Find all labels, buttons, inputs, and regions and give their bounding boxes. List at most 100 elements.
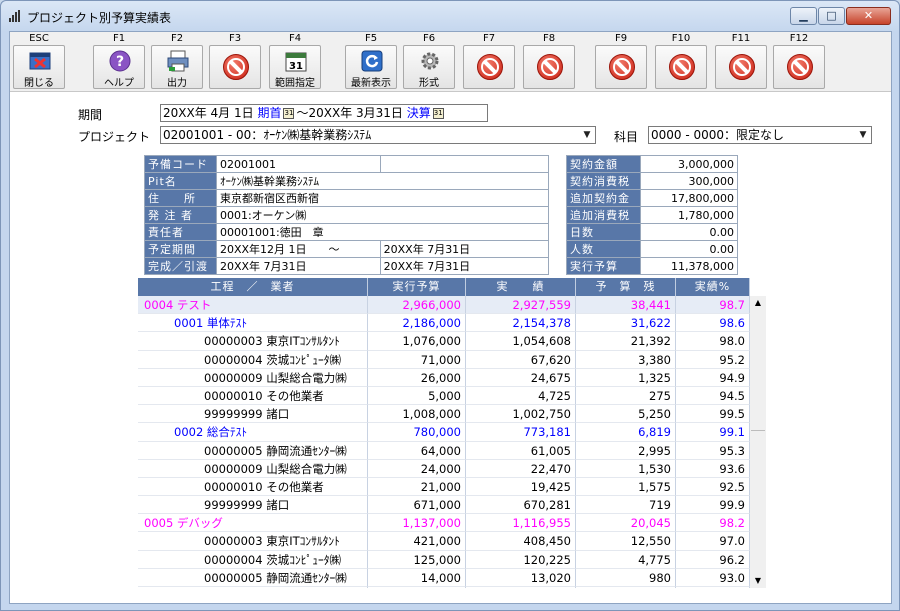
info-value: 0.00 (639, 240, 739, 258)
info-label: 発 注 者 (144, 206, 217, 224)
period-start[interactable]: 20XX年 4月 1日 (163, 106, 254, 120)
table-row[interactable]: 0004 テスト 2,966,000 2,927,559 38,441 98.7 (138, 296, 750, 315)
info-row: 追加消費税 1,780,000 (566, 206, 739, 224)
row-name: 00000009 山梨総合電力㈱ (138, 368, 368, 387)
row-actual: 31,290 (466, 587, 576, 588)
f3-button[interactable] (209, 45, 261, 89)
disabled-icon (729, 54, 755, 80)
fkey-label: F7 (482, 33, 496, 44)
table-row[interactable]: 00000009 山梨総合電力㈱ 24,000 22,470 1,530 93.6 (138, 459, 750, 478)
table-row[interactable]: 0005 デバッグ 1,137,000 1,116,955 20,045 98.2 (138, 514, 750, 533)
f7-button[interactable] (463, 45, 515, 89)
scroll-down-icon[interactable]: ▼ (751, 574, 765, 588)
minimize-button[interactable]: ▁ (790, 7, 817, 25)
row-budget: 421,000 (368, 532, 466, 551)
fkey-label: F6 (422, 33, 436, 44)
chevron-down-icon[interactable]: ▼ (857, 128, 869, 142)
format-button[interactable]: 形式 (403, 45, 455, 89)
table-row[interactable]: 00000009 山梨総合電力㈱33,00031,2901,71094.8 (138, 587, 750, 588)
project-select[interactable]: 02001001 - 00：ｵｰｹﾝ㈱基幹業務ｼｽﾃﾑ ▼ (160, 126, 596, 144)
calendar-icon[interactable]: 31 (283, 108, 295, 119)
row-name: 0002 総合ﾃｽﾄ (138, 423, 368, 442)
help-button[interactable]: ? ヘルプ (93, 45, 145, 89)
table-row[interactable]: 00000010 その他業者 5,000 4,725 275 94.5 (138, 386, 750, 406)
f10-button[interactable] (655, 45, 707, 89)
column-header-process[interactable]: 工程 ／ 業者 (138, 278, 368, 296)
row-pct: 99.9 (676, 496, 750, 515)
close-button[interactable]: ✕ (846, 7, 891, 25)
column-header-actual[interactable]: 実 績 (466, 278, 576, 296)
column-header-budget[interactable]: 実行予算 (368, 278, 466, 296)
table-row[interactable]: 00000003 東京ITｺﾝｻﾙﾀﾝﾄ 1,076,000 1,054,608 21… (138, 332, 750, 351)
fkey-label: F12 (789, 33, 809, 44)
row-pct: 94.9 (676, 368, 750, 387)
row-remain: 1,575 (576, 477, 676, 497)
row-pct: 99.1 (676, 423, 750, 442)
row-name: 00000004 茨城ｺﾝﾋﾟｭｰﾀ㈱ (138, 550, 368, 569)
f11-button[interactable] (715, 45, 767, 89)
close-app-button[interactable]: 閉じる (13, 45, 65, 89)
table-row[interactable]: 00000004 茨城ｺﾝﾋﾟｭｰﾀ㈱ 71,000 67,620 3,380 95.2 (138, 350, 750, 369)
scroll-up-icon[interactable]: ▲ (751, 296, 765, 310)
row-budget: 671,000 (368, 496, 466, 515)
row-remain: 5,250 (576, 405, 676, 424)
f9-button[interactable] (595, 45, 647, 89)
table-row[interactable]: 0002 総合ﾃｽﾄ 780,000 773,181 6,819 99.1 (138, 423, 750, 442)
column-header-remain[interactable]: 予 算 残 (576, 278, 676, 296)
table-row[interactable]: 00000005 静岡流通ｾﾝﾀｰ㈱ 64,000 61,005 2,995 95.3 (138, 441, 750, 460)
table-row[interactable]: 00000010 その他業者 21,000 19,425 1,575 92.5 (138, 477, 750, 497)
table-row[interactable]: 0001 単体ﾃｽﾄ 2,186,000 2,154,378 31,622 98.6 (138, 314, 750, 333)
calendar-icon[interactable]: 31 (432, 108, 444, 119)
info-label: Pit名 (144, 172, 217, 190)
subject-label: 科目 (614, 130, 639, 144)
row-name: 99999999 諸口 (138, 405, 368, 424)
info-value: 02001001 (215, 155, 381, 173)
vertical-scrollbar[interactable]: ▲ ▼ (750, 296, 766, 588)
fkey-label: F9 (614, 33, 628, 44)
fkey-label: F5 (364, 33, 378, 44)
row-name: 0005 デバッグ (138, 514, 368, 533)
title-bar[interactable]: プロジェクト別予算実績表 ▁ □ ✕ (1, 1, 899, 31)
info-value: ｵｰｹﾝ㈱基幹業務ｼｽﾃﾑ (215, 172, 550, 190)
row-name: 00000003 東京ITｺﾝｻﾙﾀﾝﾄ (138, 532, 368, 551)
f8-button[interactable] (523, 45, 575, 89)
row-remain: 719 (576, 496, 676, 515)
period-end[interactable]: 20XX年 3月31日 (308, 106, 402, 120)
column-header-pct[interactable]: 実績% (676, 278, 750, 296)
chevron-down-icon[interactable]: ▼ (581, 128, 593, 142)
subject-select[interactable]: 0000 - 0000：限定なし ▼ (648, 126, 872, 144)
row-pct: 93.6 (676, 459, 750, 478)
f12-button[interactable] (773, 45, 825, 89)
row-budget: 24,000 (368, 459, 466, 478)
table-row[interactable]: 00000005 静岡流通ｾﾝﾀｰ㈱ 14,000 13,020 980 93.0 (138, 568, 750, 587)
refresh-button[interactable]: 最新表示 (345, 45, 397, 89)
info-value: 3,000,000 (639, 155, 739, 173)
toolbar-esc: ESC 閉じる (12, 32, 66, 92)
output-button[interactable]: 出力 (151, 45, 203, 89)
table-row[interactable]: 00000009 山梨総合電力㈱ 26,000 24,675 1,325 94.9 (138, 368, 750, 387)
row-name: 99999999 諸口 (138, 496, 368, 515)
row-pct: 94.8 (676, 587, 750, 588)
table-row[interactable]: 99999999 諸口 1,008,000 1,002,750 5,250 99.5 (138, 405, 750, 424)
info-extra (379, 155, 550, 173)
svg-text:31: 31 (289, 61, 303, 72)
row-name: 0001 単体ﾃｽﾄ (138, 314, 368, 333)
row-pct: 98.6 (676, 314, 750, 333)
info-label: 予定期間 (144, 240, 217, 258)
info-label: 責任者 (144, 223, 217, 241)
toolbar-f7: F7 (462, 32, 516, 92)
row-actual: 1,116,955 (466, 514, 576, 533)
range-button[interactable]: 31 範囲指定 (269, 45, 321, 89)
table-row[interactable]: 00000003 東京ITｺﾝｻﾙﾀﾝﾄ 421,000 408,450 12,550… (138, 532, 750, 551)
row-actual: 1,002,750 (466, 405, 576, 424)
table-row[interactable]: 00000004 茨城ｺﾝﾋﾟｭｰﾀ㈱ 125,000 120,225 4,775 96… (138, 550, 750, 569)
toolbar-f4: F4 31 範囲指定 (268, 32, 322, 92)
disabled-icon (477, 54, 503, 80)
row-remain: 1,530 (576, 459, 676, 478)
maximize-button[interactable]: □ (818, 7, 845, 25)
info-label: 契約消費税 (566, 172, 641, 190)
table-row[interactable]: 99999999 諸口 671,000 670,281 719 99.9 (138, 496, 750, 515)
info-label: 人数 (566, 240, 641, 258)
scroll-thumb[interactable] (751, 311, 765, 431)
period-field[interactable]: 20XX年 4月 1日 期首 31 ～20XX年 3月31日 決算 31 (160, 104, 488, 122)
